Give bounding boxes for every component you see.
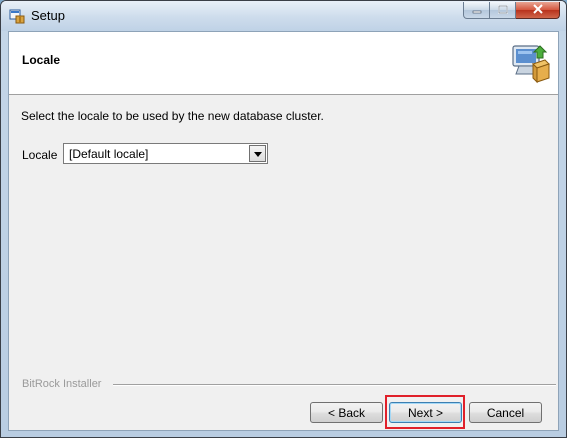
locale-select[interactable]: [Default locale] <box>63 143 268 164</box>
window-title: Setup <box>31 8 65 23</box>
maximize-icon <box>497 3 508 17</box>
footer-divider <box>113 384 556 386</box>
instruction-text: Select the locale to be used by the new … <box>21 109 324 123</box>
setup-window: Setup Locale Select the locale to be use… <box>0 0 567 438</box>
close-button[interactable] <box>516 2 560 19</box>
window-controls <box>463 2 560 20</box>
chevron-down-icon[interactable] <box>249 145 266 162</box>
next-button-label: Next > <box>407 405 443 420</box>
minimize-icon <box>472 3 482 17</box>
next-button[interactable]: Next > <box>389 402 462 423</box>
title-bar[interactable]: Setup <box>1 1 566 31</box>
page-title: Locale <box>22 53 61 67</box>
back-button[interactable]: < Back <box>310 402 383 423</box>
maximize-button[interactable] <box>490 2 516 19</box>
cancel-button[interactable]: Cancel <box>469 402 542 423</box>
computer-package-icon <box>509 42 551 84</box>
dialog-client-area: Locale Select the locale to be used by t… <box>8 31 559 431</box>
page-header: Locale <box>9 32 558 95</box>
locale-label: Locale <box>22 148 58 162</box>
installer-icon <box>9 8 25 24</box>
locale-select-value: [Default locale] <box>69 147 149 161</box>
minimize-button[interactable] <box>463 2 490 19</box>
close-icon <box>532 3 544 17</box>
branding-text: BitRock Installer <box>22 378 102 390</box>
cancel-button-label: Cancel <box>486 405 525 420</box>
back-button-label: < Back <box>327 405 366 420</box>
